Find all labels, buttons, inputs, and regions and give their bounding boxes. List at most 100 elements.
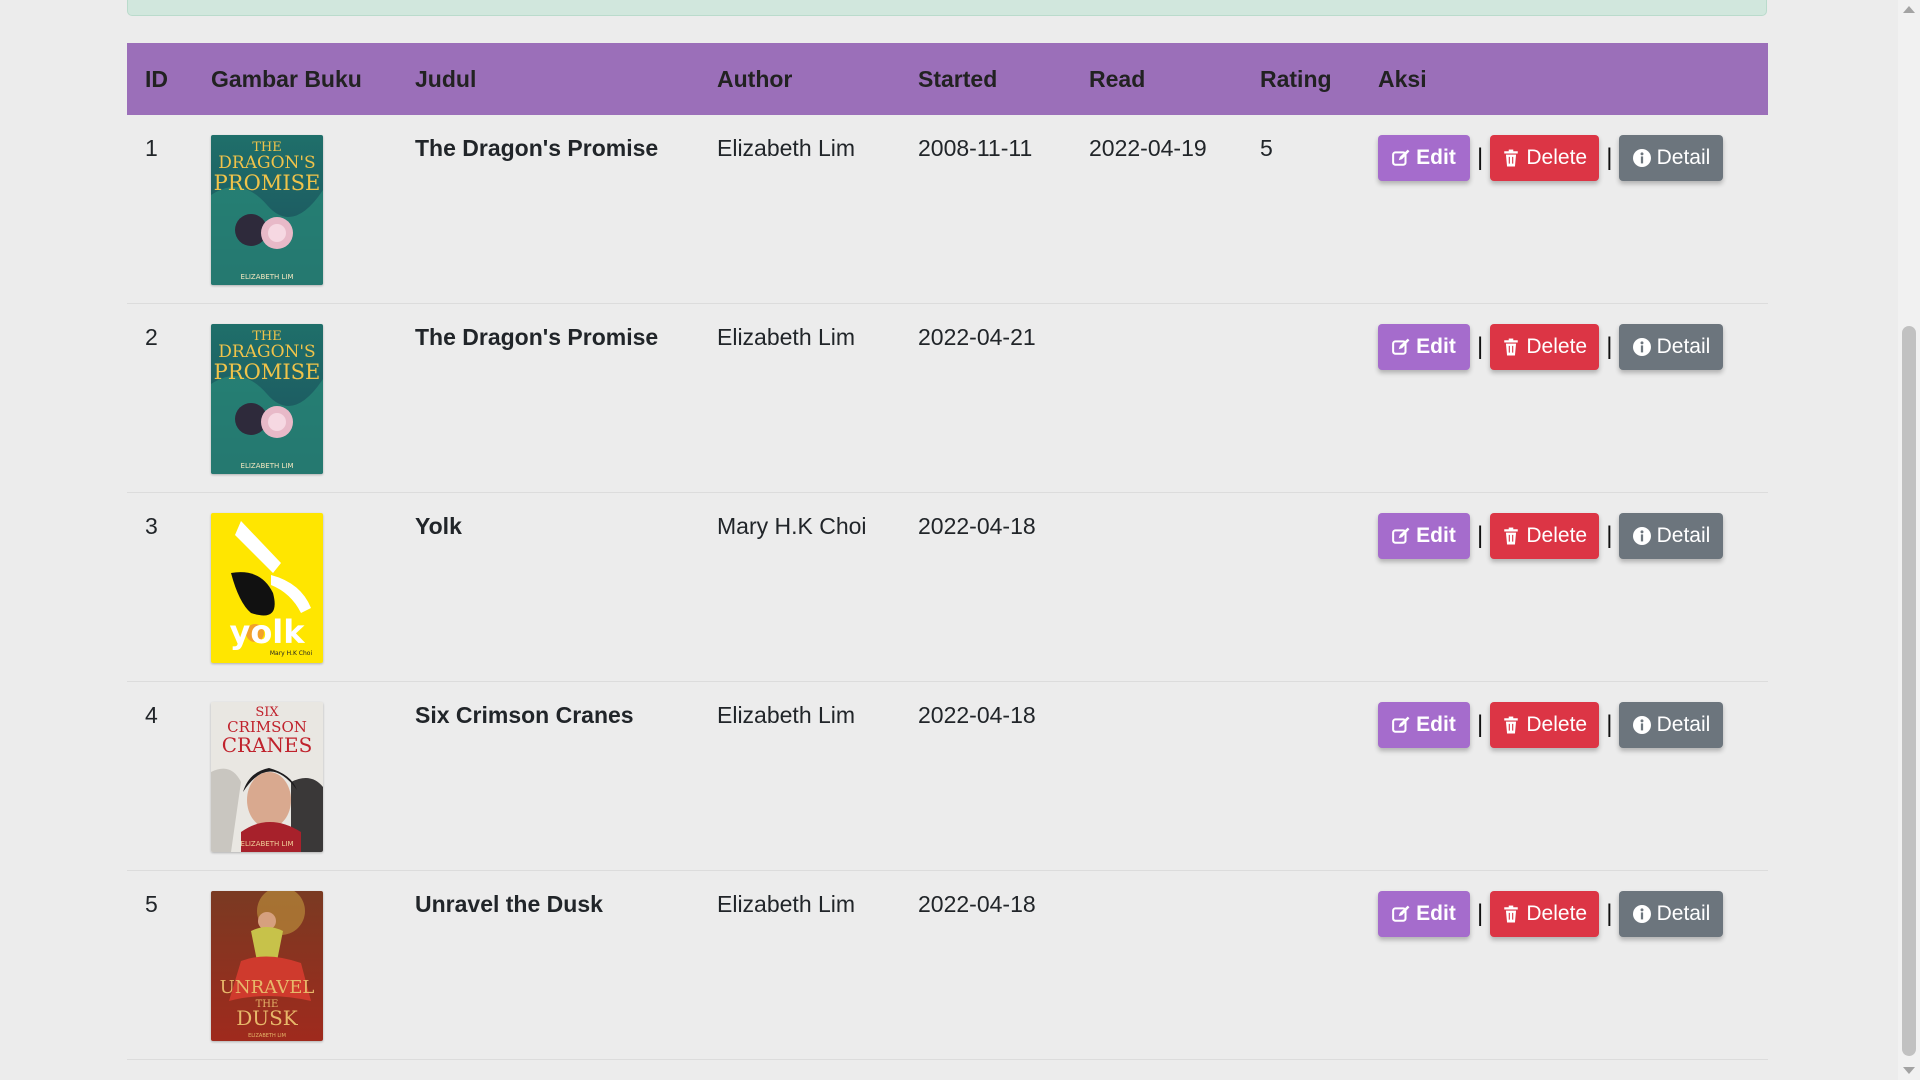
edit-button[interactable]: Edit [1378, 324, 1470, 370]
book-title: The Dragon's Promise [415, 324, 659, 350]
edit-button[interactable]: Edit [1378, 891, 1470, 937]
info-circle-icon [1632, 905, 1651, 923]
delete-button[interactable]: Delete [1490, 891, 1600, 937]
edit-label: Edit [1416, 713, 1456, 736]
cell-cover: SIX CRIMSON CRANES ELIZABETH LIM [193, 681, 397, 871]
svg-text:ELIZABETH LIM: ELIZABETH LIM [248, 1033, 286, 1039]
vertical-scrollbar[interactable] [1898, 0, 1920, 1080]
detail-label: Detail [1656, 146, 1711, 169]
cell-rating [1242, 870, 1360, 1060]
book-author: Elizabeth Lim [717, 135, 856, 161]
cell-read [1071, 870, 1242, 1060]
delete-button[interactable]: Delete [1490, 324, 1600, 370]
book-title: The Dragon's Promise [415, 135, 659, 161]
cell-aksi: Edit | Delete | Detail [1360, 492, 1768, 682]
trash-icon [1504, 905, 1519, 923]
cell-cover: yolk Mary H.K Choi [193, 492, 397, 682]
col-header-gambar-buku: Gambar Buku [193, 43, 397, 115]
cell-cover: THE DRAGON'S PROMISE ELIZABETH LIM [193, 115, 397, 304]
cell-started: 2022-04-18 [900, 681, 1071, 871]
edit-button[interactable]: Edit [1378, 513, 1470, 559]
detail-button[interactable]: Detail [1619, 135, 1724, 181]
table-row: 3 yolk Mary H.K Choi Yolk Mary H.K Choi … [127, 492, 1768, 682]
svg-text:DRAGON'S: DRAGON'S [218, 153, 315, 173]
detail-label: Detail [1656, 335, 1711, 358]
edit-button[interactable]: Edit [1378, 135, 1470, 181]
cell-cover: THE DRAGON'S PROMISE ELIZABETH LIM [193, 303, 397, 493]
delete-label: Delete [1526, 524, 1588, 547]
delete-button[interactable]: Delete [1490, 513, 1600, 559]
delete-button[interactable]: Delete [1490, 702, 1600, 748]
scrollbar-thumb[interactable] [1902, 326, 1916, 1056]
cell-id: 1 [127, 115, 193, 304]
pencil-square-icon [1392, 905, 1410, 922]
cell-author: Mary H.K Choi [699, 492, 900, 682]
detail-button[interactable]: Detail [1619, 324, 1724, 370]
cell-aksi: Edit | Delete | Detail [1360, 870, 1768, 1060]
scroll-down-arrow-icon[interactable] [1903, 1067, 1915, 1074]
col-header-rating: Rating [1242, 43, 1360, 115]
cell-author: Elizabeth Lim [699, 681, 900, 871]
table-row: 4 SIX CRIMSON CRANES ELIZABETH LIM Six C… [127, 681, 1768, 871]
detail-button[interactable]: Detail [1619, 702, 1724, 748]
action-separator: | [1477, 711, 1484, 738]
cell-rating [1242, 492, 1360, 682]
cell-judul: The Dragon's Promise [397, 115, 699, 304]
info-circle-icon [1632, 527, 1651, 545]
action-separator: | [1606, 900, 1613, 927]
book-cover-image: SIX CRIMSON CRANES ELIZABETH LIM [211, 702, 323, 852]
action-separator: | [1606, 333, 1613, 360]
row-actions: Edit | Delete | Detail [1378, 702, 1768, 748]
book-cover-image: yolk Mary H.K Choi [211, 513, 323, 663]
rating-value: 5 [1260, 135, 1273, 161]
cell-read [1071, 681, 1242, 871]
col-header-id: ID [127, 43, 193, 115]
book-id: 4 [145, 702, 158, 728]
started-date: 2022-04-18 [918, 891, 1036, 917]
pencil-square-icon [1392, 338, 1410, 355]
svg-text:CRANES: CRANES [222, 733, 313, 757]
delete-label: Delete [1526, 335, 1588, 358]
trash-icon [1504, 716, 1519, 734]
cell-started: 2008-11-11 [900, 115, 1071, 304]
cell-started: 2022-04-18 [900, 870, 1071, 1060]
detail-button[interactable]: Detail [1619, 891, 1724, 937]
book-id: 5 [145, 891, 158, 917]
started-date: 2022-04-21 [918, 324, 1036, 350]
pencil-square-icon [1392, 716, 1410, 733]
svg-text:UNRAVEL: UNRAVEL [220, 977, 315, 998]
detail-button[interactable]: Detail [1619, 513, 1724, 559]
cell-judul: Six Crimson Cranes [397, 681, 699, 871]
read-date: 2022-04-19 [1089, 135, 1207, 161]
trash-icon [1504, 149, 1519, 167]
cell-aksi: Edit | Delete | Detail [1360, 303, 1768, 493]
books-table: ID Gambar Buku Judul Author Started Read… [127, 43, 1768, 1060]
cell-started: 2022-04-21 [900, 303, 1071, 493]
book-author: Elizabeth Lim [717, 702, 856, 728]
action-separator: | [1606, 144, 1613, 171]
cell-aksi: Edit | Delete | Detail [1360, 681, 1768, 871]
book-author: Elizabeth Lim [717, 324, 856, 350]
cell-id: 2 [127, 303, 193, 493]
cell-author: Elizabeth Lim [699, 303, 900, 493]
cell-id: 4 [127, 681, 193, 871]
cell-aksi: Edit | Delete | Detail [1360, 115, 1768, 304]
edit-label: Edit [1416, 335, 1456, 358]
action-separator: | [1606, 522, 1613, 549]
started-date: 2022-04-18 [918, 702, 1036, 728]
cell-judul: Yolk [397, 492, 699, 682]
pencil-square-icon [1392, 149, 1410, 166]
scroll-up-arrow-icon[interactable] [1903, 6, 1915, 13]
table-row: 1 THE DRAGON'S PROMISE ELIZABETH LIM The… [127, 115, 1768, 304]
delete-button[interactable]: Delete [1490, 135, 1600, 181]
book-author: Mary H.K Choi [717, 513, 867, 539]
book-cover-image: UNRAVEL THE DUSK ELIZABETH LIM [211, 891, 323, 1041]
col-header-judul: Judul [397, 43, 699, 115]
cell-author: Elizabeth Lim [699, 115, 900, 304]
cell-id: 5 [127, 870, 193, 1060]
col-header-author: Author [699, 43, 900, 115]
table-header-row: ID Gambar Buku Judul Author Started Read… [127, 43, 1768, 115]
edit-button[interactable]: Edit [1378, 702, 1470, 748]
table-row: 5 UNRAVEL THE DUSK ELIZABETH LIM Unravel… [127, 870, 1768, 1060]
book-author: Elizabeth Lim [717, 891, 856, 917]
